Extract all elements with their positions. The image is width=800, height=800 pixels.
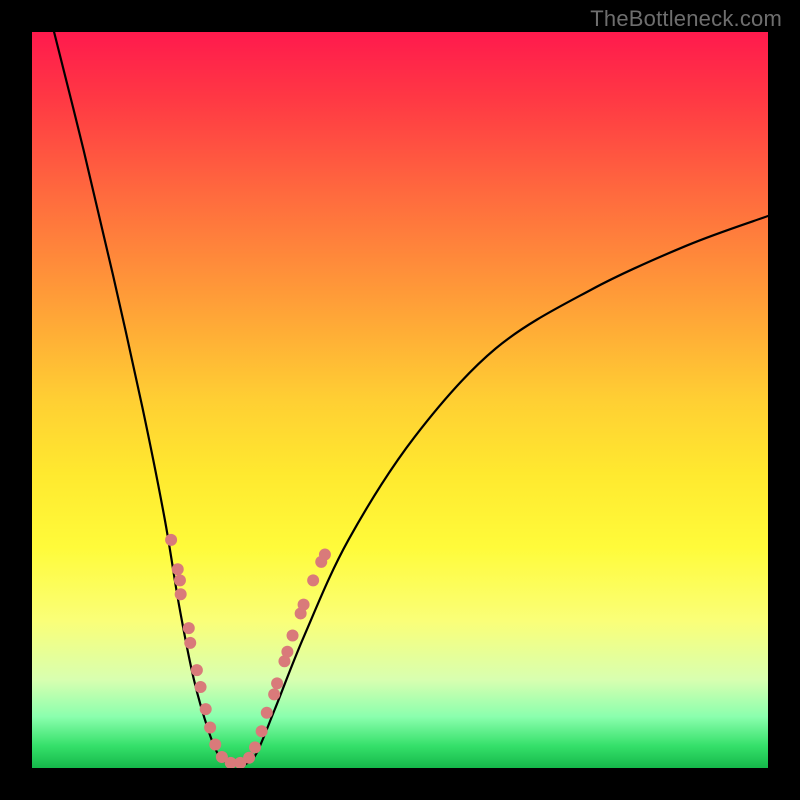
scatter-dot: [268, 688, 280, 700]
scatter-dot: [195, 681, 207, 693]
scatter-dot: [165, 534, 177, 546]
scatter-dot: [261, 707, 273, 719]
scatter-points-group: [165, 534, 331, 768]
scatter-dot: [249, 741, 261, 753]
scatter-dot: [256, 725, 268, 737]
scatter-dot: [204, 722, 216, 734]
line-series-group: [54, 32, 768, 764]
scatter-dot: [200, 703, 212, 715]
scatter-dot: [243, 752, 255, 764]
scatter-dot: [281, 646, 293, 658]
chart-svg: [32, 32, 768, 768]
scatter-dot: [271, 677, 283, 689]
scatter-dot: [183, 622, 195, 634]
plot-area: [32, 32, 768, 768]
curve-left-branch: [54, 32, 231, 764]
chart-frame: TheBottleneck.com: [0, 0, 800, 800]
scatter-dot: [172, 563, 184, 575]
scatter-dot: [307, 574, 319, 586]
curve-right-branch: [245, 216, 768, 764]
scatter-dot: [287, 630, 299, 642]
scatter-dot: [298, 599, 310, 611]
watermark-text: TheBottleneck.com: [590, 6, 782, 32]
scatter-dot: [184, 637, 196, 649]
scatter-dot: [174, 574, 186, 586]
scatter-dot: [319, 549, 331, 561]
scatter-dot: [191, 664, 203, 676]
scatter-dot: [209, 738, 221, 750]
scatter-dot: [175, 588, 187, 600]
